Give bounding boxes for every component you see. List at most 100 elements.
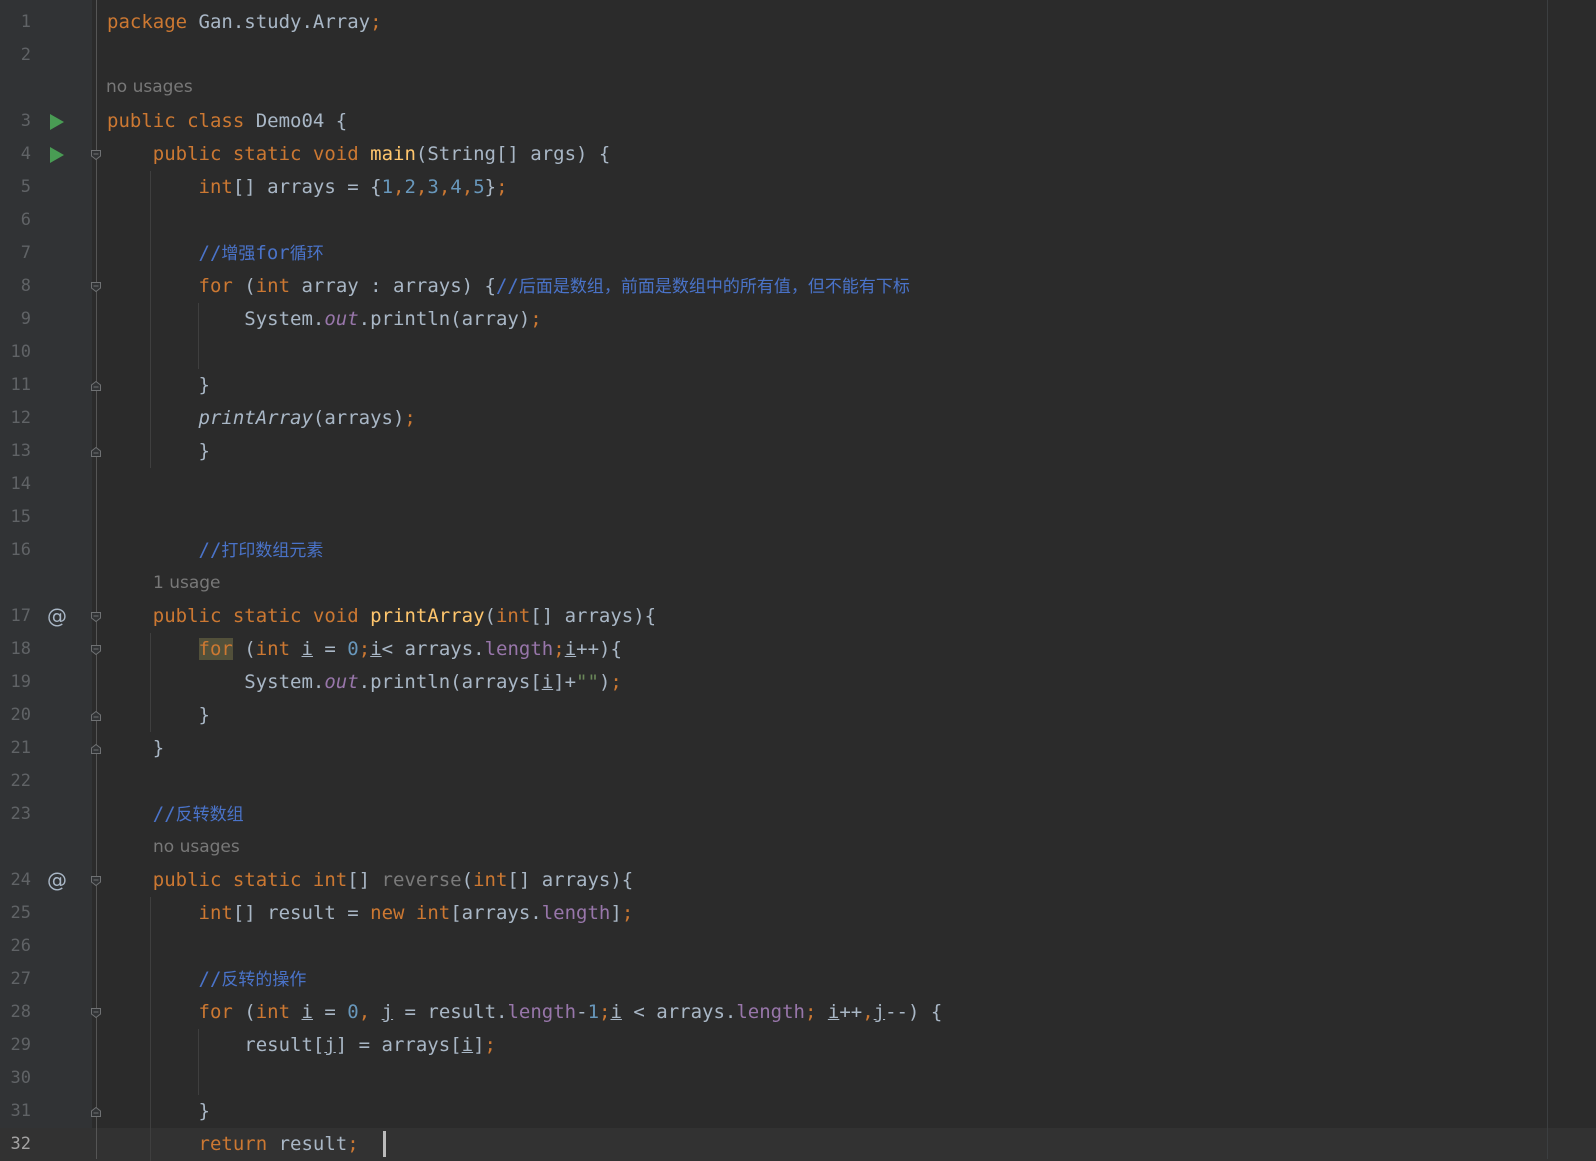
line-number[interactable]: 4	[0, 138, 31, 171]
fold-end-icon[interactable]	[90, 710, 102, 722]
code-text[interactable]: public class Demo04 {	[107, 105, 347, 138]
code-text[interactable]: System.out.println(array);	[107, 303, 541, 336]
line-number[interactable]: 5	[0, 171, 31, 204]
line-number[interactable]: 30	[0, 1062, 31, 1095]
code-text[interactable]: //增强for循环	[107, 237, 324, 271]
line-number[interactable]: 23	[0, 798, 31, 831]
code-editor[interactable]: 1 package Gan.study.Array; 2 3 public class …	[0, 0, 1596, 1161]
code-line[interactable]: 11 }	[0, 369, 1596, 402]
fold-end-icon[interactable]	[90, 743, 102, 755]
fold-collapse-icon[interactable]	[90, 1007, 102, 1019]
code-line[interactable]: 27 //反转的操作	[0, 963, 1596, 996]
code-line[interactable]: 20 }	[0, 699, 1596, 732]
code-text[interactable]: for (int i = 0, j = result.length-1;i < …	[107, 996, 943, 1029]
line-number[interactable]: 27	[0, 963, 31, 996]
line-number[interactable]: 17	[0, 600, 31, 633]
code-line[interactable]: 9 System.out.println(array);	[0, 303, 1596, 336]
line-number[interactable]: 22	[0, 765, 31, 798]
line-number[interactable]: 10	[0, 336, 31, 369]
code-text[interactable]: for (int array : arrays) {//后面是数组，前面是数组中…	[107, 270, 910, 304]
code-line[interactable]: 29 result[j] = arrays[i];	[0, 1029, 1596, 1062]
fold-collapse-icon[interactable]	[90, 644, 102, 656]
code-line[interactable]: 19 System.out.println(arrays[i]+"");	[0, 666, 1596, 699]
line-number[interactable]: 19	[0, 666, 31, 699]
line-number[interactable]: 29	[0, 1029, 31, 1062]
line-number[interactable]: 16	[0, 534, 31, 567]
code-line[interactable]: 6	[0, 204, 1596, 237]
line-number[interactable]: 20	[0, 699, 31, 732]
code-line[interactable]: 7 //增强for循环	[0, 237, 1596, 270]
code-text[interactable]: result[j] = arrays[i];	[107, 1029, 496, 1062]
line-number[interactable]: 8	[0, 270, 31, 303]
code-line[interactable]: 22	[0, 765, 1596, 798]
code-line[interactable]: 31 }	[0, 1095, 1596, 1128]
code-line[interactable]: 21 }	[0, 732, 1596, 765]
line-number[interactable]: 18	[0, 633, 31, 666]
code-text[interactable]: package Gan.study.Array;	[107, 6, 382, 39]
code-text[interactable]: }	[107, 435, 210, 468]
run-icon[interactable]	[50, 147, 64, 163]
code-line[interactable]: 32 return result;	[0, 1128, 1596, 1161]
code-line[interactable]: 5 int[] arrays = {1,2,3,4,5};	[0, 171, 1596, 204]
code-line[interactable]: 23 //反转数组	[0, 798, 1596, 831]
fold-collapse-icon[interactable]	[90, 875, 102, 887]
line-number[interactable]: 12	[0, 402, 31, 435]
fold-collapse-icon[interactable]	[90, 149, 102, 161]
code-text[interactable]: }	[107, 699, 210, 732]
usage-hint[interactable]: no usages	[153, 831, 240, 864]
line-number[interactable]: 1	[0, 6, 31, 39]
code-text[interactable]: public static int[] reverse(int[] arrays…	[107, 864, 634, 897]
code-text[interactable]: //打印数组元素	[107, 534, 324, 568]
code-line[interactable]: 25 int[] result = new int[arrays.length]…	[0, 897, 1596, 930]
line-number[interactable]: 32	[0, 1128, 31, 1161]
line-number[interactable]: 21	[0, 732, 31, 765]
fold-collapse-icon[interactable]	[90, 611, 102, 623]
fold-end-icon[interactable]	[90, 446, 102, 458]
line-number[interactable]: 11	[0, 369, 31, 402]
line-number[interactable]: 9	[0, 303, 31, 336]
code-text[interactable]: printArray(arrays);	[107, 402, 416, 435]
line-number[interactable]: 24	[0, 864, 31, 897]
code-text[interactable]: //反转的操作	[107, 963, 307, 997]
run-icon[interactable]	[50, 114, 64, 130]
code-text[interactable]: int[] result = new int[arrays.length];	[107, 897, 634, 930]
line-number[interactable]: 28	[0, 996, 31, 1029]
usage-hint[interactable]: no usages	[106, 71, 193, 104]
line-number[interactable]: 26	[0, 930, 31, 963]
fold-end-icon[interactable]	[90, 1106, 102, 1118]
code-line[interactable]: 4 public static void main(String[] args)…	[0, 138, 1596, 171]
line-number[interactable]: 6	[0, 204, 31, 237]
line-number[interactable]: 3	[0, 105, 31, 138]
code-text[interactable]: //反转数组	[107, 798, 244, 832]
implemented-method-icon[interactable]: @	[47, 864, 67, 897]
code-text[interactable]: for (int i = 0;i< arrays.length;i++){	[107, 633, 622, 666]
code-line[interactable]: 18 for (int i = 0;i< arrays.length;i++){	[0, 633, 1596, 666]
code-line[interactable]: 26	[0, 930, 1596, 963]
code-text[interactable]: }	[107, 732, 164, 765]
line-number[interactable]: 7	[0, 237, 31, 270]
code-text[interactable]: public static void printArray(int[] arra…	[107, 600, 656, 633]
code-line[interactable]: 16 //打印数组元素	[0, 534, 1596, 567]
line-number[interactable]: 14	[0, 468, 31, 501]
code-text[interactable]: return result;	[107, 1128, 370, 1161]
code-text[interactable]: public static void main(String[] args) {	[107, 138, 611, 171]
line-number[interactable]: 15	[0, 501, 31, 534]
code-text[interactable]: }	[107, 369, 210, 402]
line-number[interactable]: 25	[0, 897, 31, 930]
code-line[interactable]: 1 package Gan.study.Array;	[0, 6, 1596, 39]
code-line[interactable]: 2	[0, 39, 1596, 72]
code-line[interactable]: 15	[0, 501, 1596, 534]
code-line[interactable]: 14	[0, 468, 1596, 501]
usage-hint[interactable]: 1 usage	[153, 567, 221, 600]
line-number[interactable]: 13	[0, 435, 31, 468]
code-line[interactable]: 28 for (int i = 0, j = result.length-1;i…	[0, 996, 1596, 1029]
code-line[interactable]: 12 printArray(arrays);	[0, 402, 1596, 435]
line-number[interactable]: 31	[0, 1095, 31, 1128]
fold-end-icon[interactable]	[90, 380, 102, 392]
line-number[interactable]: 2	[0, 39, 31, 72]
code-text[interactable]: int[] arrays = {1,2,3,4,5};	[107, 171, 508, 204]
code-line[interactable]: 24 public static int[] reverse(int[] arr…	[0, 864, 1596, 897]
code-line[interactable]: 13 }	[0, 435, 1596, 468]
code-text[interactable]: System.out.println(arrays[i]+"");	[107, 666, 622, 699]
code-line[interactable]: 30	[0, 1062, 1596, 1095]
